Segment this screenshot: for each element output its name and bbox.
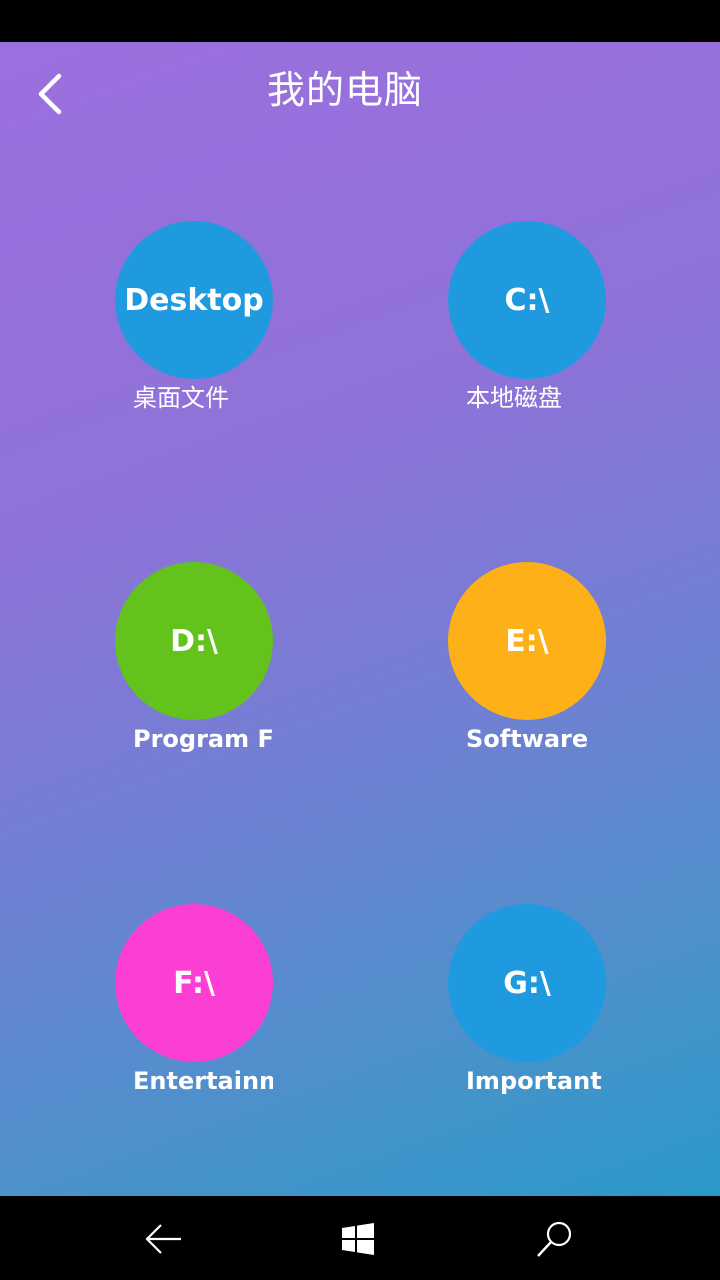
drive-circle: C:\ — [448, 221, 606, 379]
page-title: 我的电脑 — [266, 68, 423, 112]
drive-circle: F:\ — [115, 904, 273, 1062]
drive-item-d[interactable]: D:\ Program Fil — [115, 562, 285, 772]
drive-label: 本地磁盘 — [466, 384, 562, 412]
nav-home-button[interactable] — [333, 1214, 383, 1264]
search-icon — [537, 1221, 572, 1257]
windows-logo-icon — [342, 1223, 374, 1255]
drive-label: Program Fil — [133, 725, 273, 753]
navigation-bar — [0, 1196, 720, 1280]
status-bar — [0, 0, 720, 42]
arrow-left-icon — [145, 1224, 181, 1254]
nav-search-button[interactable] — [530, 1214, 580, 1264]
drive-item-g[interactable]: G:\ Important d — [448, 904, 618, 1114]
drive-label: Important d — [466, 1067, 606, 1095]
drive-circle: Desktop — [115, 221, 273, 379]
app-screen: 我的电脑 Desktop 桌面文件 C:\ 本地磁盘 D:\ Program F… — [0, 42, 720, 1196]
drive-circle: E:\ — [448, 562, 606, 720]
drive-label: 桌面文件 — [133, 384, 229, 412]
drive-item-e[interactable]: E:\ Software — [448, 562, 618, 772]
drive-label: Software — [466, 725, 589, 753]
drive-circle: D:\ — [115, 562, 273, 720]
nav-back-button[interactable] — [138, 1214, 188, 1264]
drive-label: Entertainm — [133, 1067, 273, 1095]
drive-item-f[interactable]: F:\ Entertainm — [115, 904, 285, 1114]
drive-item-desktop[interactable]: Desktop 桌面文件 — [115, 221, 285, 431]
drive-circle: G:\ — [448, 904, 606, 1062]
drive-item-c[interactable]: C:\ 本地磁盘 — [448, 221, 618, 431]
